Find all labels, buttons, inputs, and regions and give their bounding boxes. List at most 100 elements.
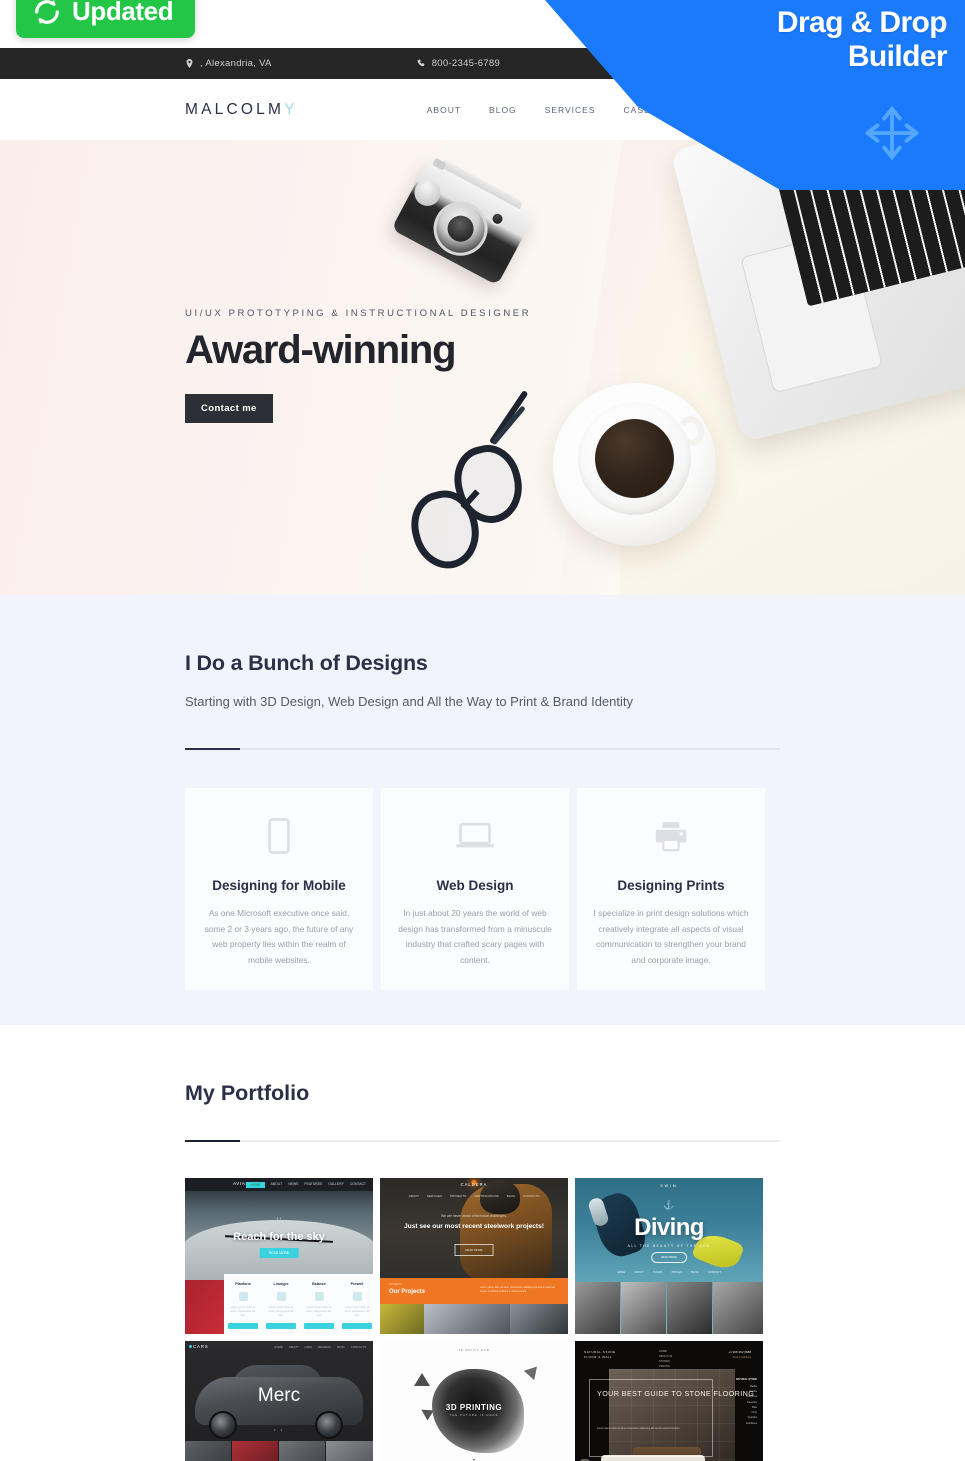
phone-block[interactable]: 800-2345-6789	[417, 58, 500, 69]
thumb-nav-item: CONTACT	[707, 1270, 722, 1274]
thumb-nav-item: REVIEWS	[318, 1344, 332, 1349]
side-item: Onyx	[751, 1412, 757, 1415]
service-card-mobile[interactable]: Designing for Mobile As one Microsoft ex…	[185, 788, 373, 991]
thumb-nav-item: PRICING	[659, 1364, 670, 1368]
thumb-nav-item: BLOG	[691, 1270, 699, 1274]
twitter-icon[interactable]	[743, 56, 758, 71]
thumb-nav-item: HOME	[616, 1270, 626, 1274]
google-plus-icon[interactable]	[765, 56, 780, 71]
hero-section: UI/UX PROTOTYPING & INSTRUCTIONAL DESIGN…	[0, 140, 965, 595]
thumb-nav-item: CONTACTS	[523, 1194, 540, 1198]
facebook-icon[interactable]	[721, 56, 736, 71]
contact-me-button[interactable]: Contact me	[185, 394, 273, 423]
logo-line-2: FLOOR & WALL	[584, 1354, 613, 1359]
feature-desc: Lorem ipsum dolor sit amet, consectetur …	[230, 1306, 256, 1317]
nav-blog[interactable]: BLOG	[489, 105, 517, 115]
portfolio-section: My Portfolio AVIASTAR HOME ABOUT NEWS FE…	[0, 1025, 965, 1461]
slider-arrows-icon: ‹ ›	[276, 1216, 282, 1222]
nav-case-studies[interactable]: CASE STUDIES	[624, 105, 698, 115]
nav-contacts[interactable]: CONTACTS	[726, 105, 780, 115]
map-marker-icon	[185, 59, 194, 68]
portfolio-item-cars[interactable]: CARS HOME ABOUT CARS REVIEWS BLOG CONTAC…	[185, 1341, 373, 1461]
thumb-nav-item: CERTIFICATIONS	[474, 1194, 499, 1198]
feature-desc: Lorem ipsum dolor sit amet, consectetur …	[268, 1306, 294, 1317]
thumb-headline: Reach for the sky	[233, 1231, 325, 1243]
feature-button	[342, 1322, 372, 1329]
service-card-web[interactable]: Web Design In just about 20 years the wo…	[381, 788, 569, 991]
diver-badge-icon: ⚓	[663, 1200, 675, 1210]
thumb-small-text: We are never afraid of technical challen…	[441, 1214, 507, 1218]
thumb-phone-block: +1 908 462 6688 Book a Call Back	[728, 1350, 751, 1361]
thumb-nav-item: HOME	[274, 1344, 283, 1349]
feature-button	[266, 1322, 296, 1329]
feature-label: Balance	[312, 1282, 326, 1286]
portfolio-title: My Portfolio	[185, 1081, 310, 1105]
updated-badge-label: Updated	[72, 0, 174, 26]
feature-button	[228, 1322, 258, 1329]
refresh-icon	[32, 0, 62, 27]
builder-line-1: Drag & Drop	[776, 6, 948, 39]
thumb-side-list: NATURAL STONE Marble Granite Limestone T…	[717, 1377, 757, 1427]
portfolio-item-stone-flooring[interactable]: NATURAL STONE FLOOR & WALL HOME ABOUT US…	[575, 1341, 763, 1461]
feature-label: Prowell	[350, 1282, 364, 1286]
feature-desc: Lorem ipsum dolor sit amet, consectetur …	[344, 1306, 370, 1317]
logo-main-text: MALCOLM	[185, 100, 285, 118]
band-text: Lorem ipsum dolor sit amet, consectetur …	[480, 1286, 556, 1293]
logo-line-1: NATURAL STONE	[584, 1350, 616, 1354]
thumb-nav-item: FEATURES	[304, 1181, 323, 1186]
feature-desc: Lorem ipsum dolor sit amet, consectetur …	[306, 1306, 332, 1317]
thumb-nav-item: GALLERY	[328, 1181, 344, 1186]
thumb-phone: +1 908 462 6688	[728, 1350, 751, 1354]
thumb-nav-item: CARS	[304, 1344, 313, 1349]
address-block: , Alexandria, VA	[185, 58, 272, 69]
site-logo[interactable]: MALCOLMY	[185, 101, 298, 119]
service-card-text: In just about 20 years the world of web …	[398, 908, 552, 965]
thumb-nav-item: CONTACTS	[350, 1344, 366, 1349]
nav-about[interactable]: ABOUT	[427, 105, 461, 115]
thumb-nav-item: PROJECTS	[450, 1194, 467, 1198]
thumb-logo: SWIM	[660, 1184, 678, 1188]
social-links	[721, 56, 780, 71]
phone-icon	[417, 59, 426, 68]
thumb-nav-item: ABOUT US	[659, 1354, 673, 1358]
portfolio-item-3d-printing[interactable]: 3D PRINT HUB 3D PRINTING THE FUTURE IS H…	[380, 1341, 568, 1461]
feature-icon	[276, 1292, 286, 1301]
hero-eyebrow: UI/UX PROTOTYPING & INSTRUCTIONAL DESIGN…	[185, 308, 532, 319]
service-card-print[interactable]: Designing Prints I specialize in print d…	[577, 788, 765, 991]
services-divider	[185, 748, 780, 750]
thumb-nav-item: NEWS	[288, 1181, 299, 1186]
thumb-cta: READ MORE	[259, 1248, 299, 1258]
thumb-nav: ABOUT SERVICES PROJECTS CERTIFICATIONS B…	[380, 1194, 568, 1198]
thumb-headline: 3D PRINTING	[445, 1403, 503, 1412]
service-card-title: Designing for Mobile	[212, 878, 346, 893]
thumb-cta: READ MORE	[454, 1244, 494, 1256]
services-card-list: Designing for Mobile As one Microsoft ex…	[185, 788, 780, 991]
mobile-phone-icon	[199, 814, 359, 858]
thumb-nav-item: ABOUT	[270, 1181, 283, 1186]
thumb-nav: HOME ABOUT CARS REVIEWS BLOG CONTACTS	[274, 1345, 366, 1349]
thumb-logo: CALDERA	[460, 1182, 488, 1187]
phone-text: 800-2345-6789	[431, 58, 501, 69]
slider-dots-icon: • •	[274, 1427, 284, 1432]
portfolio-divider	[185, 1140, 780, 1142]
service-card-text: As one Microsoft executive once said, so…	[204, 908, 354, 965]
thumb-logo: NATURAL STONE FLOOR & WALL	[584, 1350, 616, 1360]
services-section: I Do a Bunch of Designs Starting with 3D…	[0, 595, 965, 1025]
thumb-nav-item: CONTACT	[349, 1181, 366, 1186]
printer-icon	[591, 814, 751, 858]
thumb-logo: CARS	[193, 1344, 209, 1349]
service-card-title: Designing Prints	[617, 878, 725, 893]
portfolio-item-diving[interactable]: SWIM ⚓ Diving ALL THE BEAUTY OF THE SEA …	[575, 1178, 763, 1334]
portfolio-item-aviastar[interactable]: AVIASTAR HOME ABOUT NEWS FEATURES GALLER…	[185, 1178, 373, 1334]
band-kicker: PROJECTS	[389, 1283, 402, 1286]
nav-services[interactable]: SERVICES	[545, 105, 596, 115]
side-item: Travertine	[746, 1401, 757, 1404]
service-card-title: Web Design	[436, 878, 514, 893]
portfolio-item-caldera[interactable]: CALDERA ABOUT SERVICES PROJECTS CERTIFIC…	[380, 1178, 568, 1334]
thumb-nav: HOME ABOUT NEWS FEATURES GALLERY CONTACT	[246, 1181, 366, 1188]
main-navigation: ABOUT BLOG SERVICES CASE STUDIES CONTACT…	[427, 105, 780, 115]
service-card-text: I specialize in print design solutions w…	[593, 908, 749, 965]
thumb-subline: THE FUTURE IS HERE	[449, 1414, 499, 1417]
services-title: I Do a Bunch of Designs	[185, 651, 428, 675]
thumb-feature-panel: Planform Lorem ipsum dolor sit amet, con…	[224, 1274, 373, 1334]
